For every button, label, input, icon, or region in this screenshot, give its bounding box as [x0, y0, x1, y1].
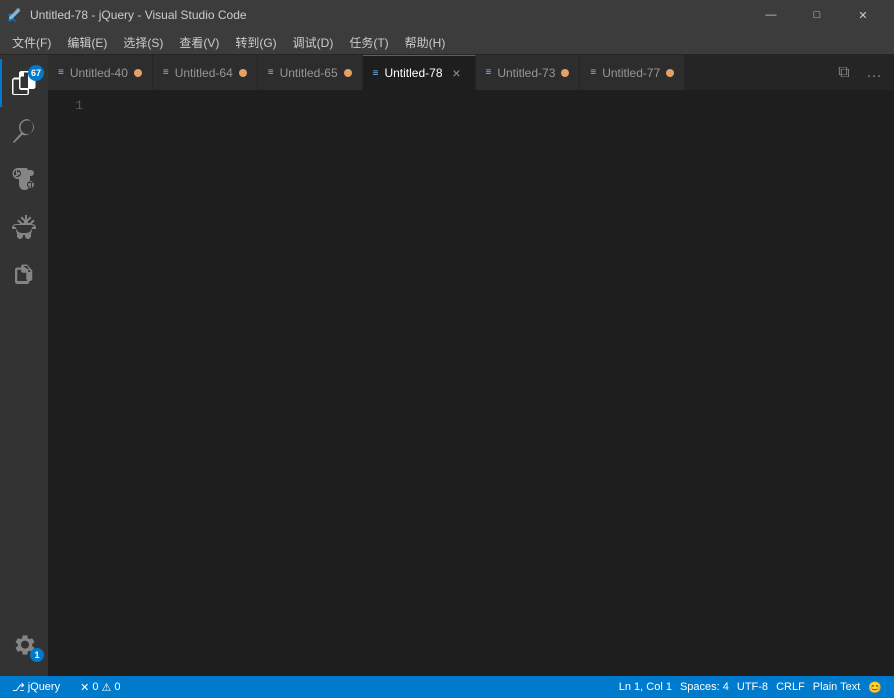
menu-select[interactable]: 选择(S)	[115, 30, 171, 54]
line-number-1: 1	[48, 98, 83, 113]
activity-bar: 67 1	[0, 55, 48, 676]
status-bar: ⎇ jQuery ✕ 0 ⚠ 0 Ln 1, Col 1 Spaces: 4 U…	[0, 676, 894, 698]
status-language[interactable]: Plain Text	[809, 681, 865, 693]
tab-file-icon: ≡	[373, 68, 379, 79]
activity-search[interactable]	[0, 107, 48, 155]
status-spaces[interactable]: Spaces: 4	[676, 681, 733, 693]
activity-debug[interactable]	[0, 203, 48, 251]
menu-debug[interactable]: 调试(D)	[285, 30, 342, 54]
tab-dirty-indicator	[344, 69, 352, 77]
close-button[interactable]: ✕	[840, 0, 886, 30]
tab-label: Untitled-65	[280, 66, 338, 80]
activity-settings[interactable]: 1	[0, 620, 48, 668]
activity-bar-bottom: 1	[0, 620, 48, 676]
tab-file-icon: ≡	[163, 67, 169, 78]
tab-label: Untitled-78	[384, 66, 442, 80]
maximize-button[interactable]: □	[794, 0, 840, 30]
editor-content[interactable]: 1	[48, 90, 894, 676]
menu-goto[interactable]: 转到(G)	[227, 30, 284, 54]
git-branch-icon: ⎇	[12, 681, 25, 694]
line-numbers: 1	[48, 90, 93, 676]
error-icon: ✕	[80, 681, 89, 694]
warning-icon: ⚠	[101, 681, 111, 694]
minimize-button[interactable]: —	[748, 0, 794, 30]
tab-untitled-65[interactable]: ≡ Untitled-65	[258, 55, 363, 90]
menu-help[interactable]: 帮助(H)	[397, 30, 454, 54]
tab-file-icon: ≡	[58, 67, 64, 78]
tab-dirty-indicator	[239, 69, 247, 77]
editor-text-area[interactable]	[93, 90, 894, 676]
status-right: Ln 1, Col 1 Spaces: 4 UTF-8 CRLF Plain T…	[615, 681, 886, 694]
status-cursor[interactable]: Ln 1, Col 1	[615, 681, 676, 693]
tab-file-icon: ≡	[486, 67, 492, 78]
menu-bar: 文件(F) 编辑(E) 选择(S) 查看(V) 转到(G) 调试(D) 任务(T…	[0, 30, 894, 55]
tab-label: Untitled-73	[497, 66, 555, 80]
warning-count: 0	[114, 681, 120, 693]
tab-untitled-73[interactable]: ≡ Untitled-73	[476, 55, 581, 90]
tab-dirty-indicator	[666, 69, 674, 77]
tab-file-icon: ≡	[590, 67, 596, 78]
menu-file[interactable]: 文件(F)	[4, 30, 59, 54]
tab-untitled-77[interactable]: ≡ Untitled-77	[580, 55, 685, 90]
editor-area: ≡ Untitled-40 ≡ Untitled-64 ≡ Untitled-6…	[48, 55, 894, 676]
main-layout: 67 1	[0, 55, 894, 676]
status-branch[interactable]: ⎇ jQuery	[8, 676, 64, 698]
settings-badge: 1	[30, 648, 44, 662]
status-branch-name: jQuery	[28, 681, 60, 693]
tabs-actions: ⧉ …	[824, 55, 894, 90]
tab-untitled-40[interactable]: ≡ Untitled-40	[48, 55, 153, 90]
tab-label: Untitled-64	[175, 66, 233, 80]
tab-label: Untitled-40	[70, 66, 128, 80]
error-count: 0	[92, 681, 98, 693]
window-controls: — □ ✕	[748, 0, 886, 30]
tab-untitled-64[interactable]: ≡ Untitled-64	[153, 55, 258, 90]
menu-view[interactable]: 查看(V)	[171, 30, 227, 54]
explorer-badge: 67	[28, 65, 44, 81]
status-line-ending[interactable]: CRLF	[772, 681, 809, 693]
menu-edit[interactable]: 编辑(E)	[59, 30, 115, 54]
activity-explorer[interactable]: 67	[0, 59, 48, 107]
tab-close-button[interactable]: ×	[449, 65, 465, 81]
status-errors[interactable]: ✕ 0 ⚠ 0	[76, 676, 124, 698]
tab-dirty-indicator	[561, 69, 569, 77]
window-title: Untitled-78 - jQuery - Visual Studio Cod…	[30, 8, 247, 22]
tab-label: Untitled-77	[602, 66, 660, 80]
title-bar: Untitled-78 - jQuery - Visual Studio Cod…	[0, 0, 894, 30]
tab-file-icon: ≡	[268, 67, 274, 78]
tab-dirty-indicator	[134, 69, 142, 77]
activity-source-control[interactable]	[0, 155, 48, 203]
status-feedback[interactable]: 😊	[864, 681, 886, 694]
menu-tasks[interactable]: 任务(T)	[341, 30, 396, 54]
status-encoding[interactable]: UTF-8	[733, 681, 772, 693]
tabs-bar: ≡ Untitled-40 ≡ Untitled-64 ≡ Untitled-6…	[48, 55, 894, 90]
vscode-icon	[8, 7, 24, 23]
more-tabs-button[interactable]: …	[860, 59, 888, 87]
activity-extensions[interactable]	[0, 251, 48, 299]
tab-untitled-78[interactable]: ≡ Untitled-78 ×	[363, 55, 476, 90]
title-bar-left: Untitled-78 - jQuery - Visual Studio Cod…	[8, 7, 247, 23]
split-editor-button[interactable]: ⧉	[830, 59, 858, 87]
